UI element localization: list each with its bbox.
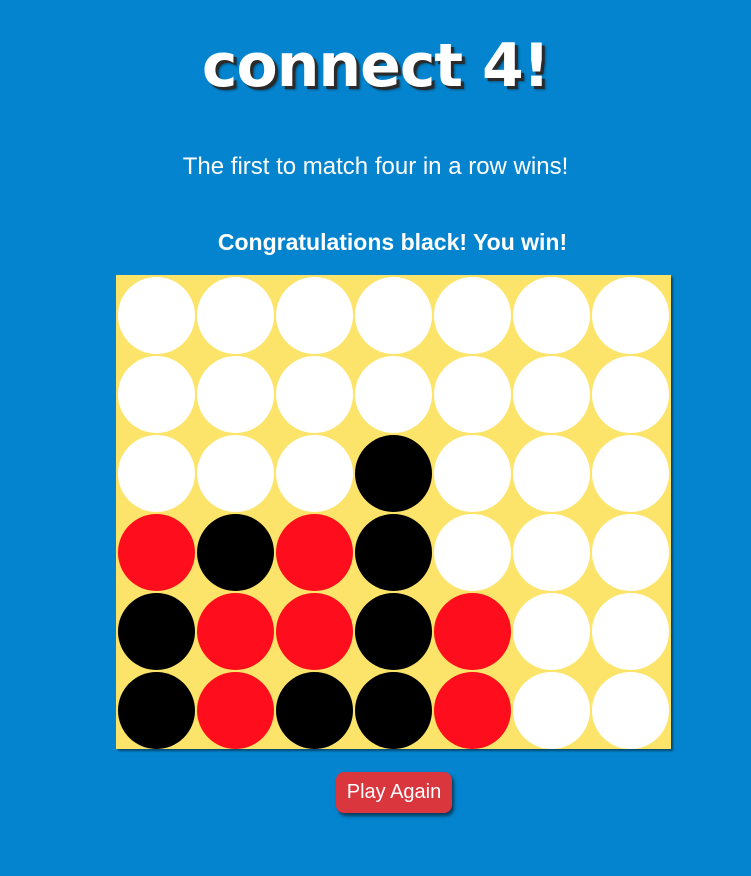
black-disc (355, 435, 432, 512)
board-cell[interactable] (512, 671, 591, 750)
red-disc (276, 593, 353, 670)
empty-slot (513, 435, 590, 512)
board-cell[interactable] (354, 671, 433, 750)
board-cell[interactable] (275, 513, 354, 592)
empty-slot (513, 356, 590, 433)
board-cell[interactable] (117, 355, 196, 434)
black-disc (118, 593, 195, 670)
red-disc (197, 672, 274, 749)
empty-slot (118, 356, 195, 433)
board-cell[interactable] (512, 276, 591, 355)
board-cell[interactable] (354, 434, 433, 513)
empty-slot (592, 514, 669, 591)
red-disc (276, 514, 353, 591)
board-cell[interactable] (117, 671, 196, 750)
empty-slot (592, 672, 669, 749)
black-disc (118, 672, 195, 749)
board-cell[interactable] (117, 513, 196, 592)
board-cell[interactable] (591, 276, 670, 355)
red-disc (434, 672, 511, 749)
empty-slot (118, 277, 195, 354)
board-cell[interactable] (512, 592, 591, 671)
board-cell[interactable] (433, 513, 512, 592)
board-cell[interactable] (433, 355, 512, 434)
empty-slot (592, 277, 669, 354)
red-disc (434, 593, 511, 670)
board-row (117, 276, 671, 355)
empty-slot (434, 514, 511, 591)
empty-slot (513, 672, 590, 749)
board-cell[interactable] (591, 671, 670, 750)
play-again-button[interactable]: Play Again (336, 772, 452, 813)
black-disc (355, 514, 432, 591)
board-row (117, 355, 671, 434)
empty-slot (513, 514, 590, 591)
board-cell[interactable] (117, 276, 196, 355)
empty-slot (513, 277, 590, 354)
empty-slot (197, 277, 274, 354)
board-row (117, 671, 671, 750)
board-cell[interactable] (275, 355, 354, 434)
board-cell[interactable] (512, 355, 591, 434)
game-title: Connect 4! (201, 31, 550, 101)
empty-slot (276, 435, 353, 512)
board-cell[interactable] (591, 434, 670, 513)
empty-slot (355, 356, 432, 433)
empty-slot (513, 593, 590, 670)
board-cell[interactable] (275, 671, 354, 750)
empty-slot (434, 277, 511, 354)
black-disc (355, 593, 432, 670)
black-disc (197, 514, 274, 591)
board-cell[interactable] (196, 671, 275, 750)
board-row (117, 513, 671, 592)
empty-slot (118, 435, 195, 512)
board-cell[interactable] (196, 513, 275, 592)
board-cell[interactable] (433, 276, 512, 355)
empty-slot (592, 593, 669, 670)
board-cell[interactable] (512, 434, 591, 513)
red-disc (118, 514, 195, 591)
board-cell[interactable] (275, 434, 354, 513)
black-disc (276, 672, 353, 749)
empty-slot (197, 356, 274, 433)
board-cell[interactable] (196, 276, 275, 355)
red-disc (197, 593, 274, 670)
board-cell[interactable] (433, 671, 512, 750)
black-disc (355, 672, 432, 749)
board-cell[interactable] (117, 434, 196, 513)
board-cell[interactable] (433, 434, 512, 513)
board-cell[interactable] (591, 355, 670, 434)
game-board (116, 275, 671, 749)
empty-slot (355, 277, 432, 354)
board-cell[interactable] (196, 355, 275, 434)
board-cell[interactable] (591, 513, 670, 592)
empty-slot (197, 435, 274, 512)
board-cell[interactable] (354, 592, 433, 671)
board-cell[interactable] (591, 592, 670, 671)
board-cell[interactable] (196, 592, 275, 671)
empty-slot (434, 356, 511, 433)
board-row (117, 592, 671, 671)
win-message: Congratulations black! You win! (217, 229, 568, 255)
board-row (117, 434, 671, 513)
game-subtitle: The first to match four in a row wins! (182, 153, 569, 180)
board-cell[interactable] (354, 276, 433, 355)
board-cell[interactable] (275, 276, 354, 355)
board-cell[interactable] (275, 592, 354, 671)
board-cell[interactable] (512, 513, 591, 592)
empty-slot (276, 277, 353, 354)
board-cell[interactable] (354, 355, 433, 434)
board-cell[interactable] (354, 513, 433, 592)
empty-slot (434, 435, 511, 512)
board-cell[interactable] (196, 434, 275, 513)
empty-slot (592, 356, 669, 433)
empty-slot (276, 356, 353, 433)
empty-slot (592, 435, 669, 512)
board-cell[interactable] (117, 592, 196, 671)
board-cell[interactable] (433, 592, 512, 671)
